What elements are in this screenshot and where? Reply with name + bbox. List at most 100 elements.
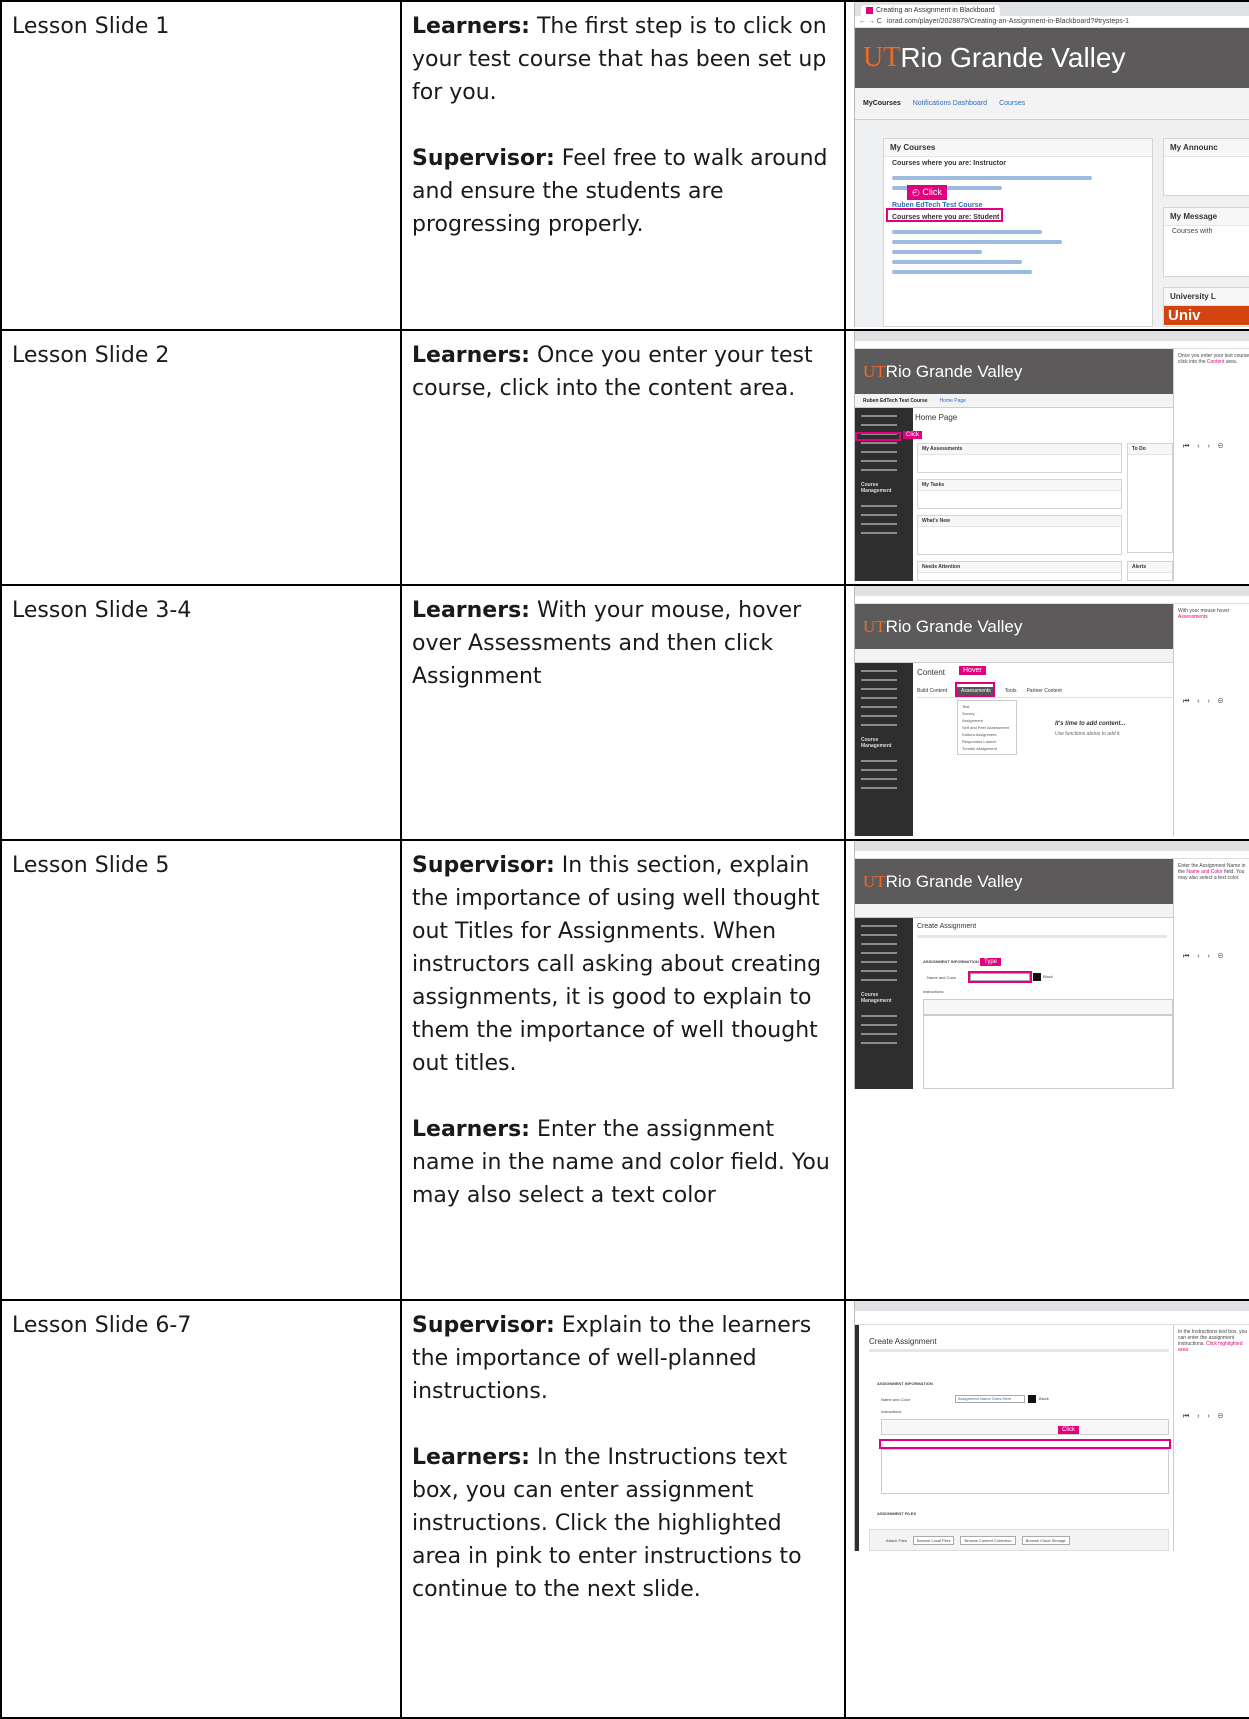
needs-attention-module: Needs Attention bbox=[917, 561, 1122, 581]
tip-pane: Enter the Assignment Name in the Name an… bbox=[1173, 859, 1249, 1089]
slide-label: Lesson Slide 5 bbox=[12, 853, 170, 878]
instructions-editor bbox=[923, 1015, 1173, 1089]
notes-cell: Learners: Once you enter your test cours… bbox=[400, 329, 846, 586]
browse-cloud-button: Browse Cloud Storage bbox=[1021, 1535, 1070, 1545]
role-label: Learners: bbox=[412, 343, 530, 368]
university-module: University L Univ bbox=[1163, 287, 1249, 327]
note-paragraph: Learners: Once you enter your test cours… bbox=[412, 339, 834, 405]
mouse-icon: ◴ bbox=[912, 187, 923, 197]
assessments-menu: Test Survey Assignment Self and Peer Ass… bbox=[957, 700, 1017, 755]
tip-pane: With your mouse hover Assessments bbox=[1173, 604, 1249, 836]
slide-cell: Lesson Slide 2 bbox=[0, 329, 402, 586]
slide-cell: Lesson Slide 3-4 bbox=[0, 584, 402, 841]
slide-label: Lesson Slide 6-7 bbox=[12, 1313, 192, 1338]
utrgv-banner: UT Rio Grande Valley bbox=[855, 604, 1173, 649]
notes-cell: Supervisor: In this section, explain the… bbox=[400, 839, 846, 1301]
tip-pane: Once you enter your test course, click i… bbox=[1173, 349, 1249, 581]
note-paragraph: Learners: With your mouse, hover over As… bbox=[412, 594, 834, 693]
whats-new-module: What's New bbox=[917, 515, 1122, 555]
screenshot-cell: UT Rio Grande Valley Course Management Co… bbox=[844, 584, 1249, 841]
note-paragraph: Supervisor: Explain to the learners the … bbox=[412, 1309, 834, 1408]
utrgv-banner: UT Rio Grande Valley bbox=[855, 859, 1173, 904]
role-label: Supervisor: bbox=[412, 1313, 555, 1338]
table-row: Lesson Slide 5 Supervisor: In this secti… bbox=[0, 839, 1249, 1301]
utrgv-banner: UT Rio Grande Valley bbox=[855, 349, 1173, 394]
player-controls: ⏮ ‹ › ⊖ bbox=[1183, 1413, 1227, 1420]
slide-cell: Lesson Slide 6-7 bbox=[0, 1299, 402, 1719]
top-nav: MyCourses Notifications Dashboard Course… bbox=[855, 88, 1249, 120]
role-label: Learners: bbox=[412, 1445, 530, 1470]
course-nav bbox=[855, 649, 1173, 663]
screenshot-cell: UT Rio Grande Valley Ruben EdTech Test Co… bbox=[844, 329, 1249, 586]
note-text: In this section, explain the importance … bbox=[412, 853, 822, 1076]
role-label: Supervisor: bbox=[412, 853, 555, 878]
tip-pane: In the Instructions text box, you can en… bbox=[1173, 1325, 1249, 1551]
slide-2-screenshot: UT Rio Grande Valley Ruben EdTech Test Co… bbox=[854, 331, 1249, 581]
table-row: Lesson Slide 6-7 Supervisor: Explain to … bbox=[0, 1299, 1249, 1719]
editor-toolbar bbox=[923, 999, 1173, 1015]
my-tasks-module: My Tasks bbox=[917, 479, 1122, 509]
instructions-editor bbox=[881, 1449, 1169, 1494]
my-courses-module: My Courses Courses where you are: Instru… bbox=[883, 138, 1153, 327]
highlight-box bbox=[886, 208, 1003, 222]
screenshot-cell: Creating an Assignment in Blackboard ← →… bbox=[844, 0, 1249, 331]
course-menu: Course Management bbox=[855, 663, 913, 836]
browser-tab: Creating an Assignment in Blackboard bbox=[861, 5, 1000, 16]
highlight-box bbox=[955, 682, 995, 697]
slide-3-screenshot: UT Rio Grande Valley Course Management Co… bbox=[854, 586, 1249, 836]
highlight-box bbox=[968, 971, 1032, 983]
slide-cell: Lesson Slide 1 bbox=[0, 0, 402, 331]
click-tag: ◴ Click bbox=[907, 185, 947, 200]
address-bar: ← → Ciorad.com/player/2028879/Creating-a… bbox=[855, 16, 1249, 28]
slide-label: Lesson Slide 3-4 bbox=[12, 598, 192, 623]
attach-files-row: Attach Files Browse Local Files Browse C… bbox=[869, 1529, 1169, 1551]
note-paragraph: Supervisor: Feel free to walk around and… bbox=[412, 142, 834, 241]
messages-module: My Message Courses with bbox=[1163, 207, 1249, 277]
favicon-icon bbox=[866, 7, 873, 14]
table-row: Lesson Slide 3-4 Learners: With your mou… bbox=[0, 584, 1249, 841]
role-label: Learners: bbox=[412, 1117, 530, 1142]
slide-label: Lesson Slide 2 bbox=[12, 343, 170, 368]
screenshot-cell: UT Rio Grande Valley Course Management Cr… bbox=[844, 839, 1249, 1301]
screenshot-cell: Create Assignment ASSIGNMENT INFORMATION… bbox=[844, 1299, 1249, 1719]
type-tag: Type bbox=[980, 958, 1002, 966]
browse-local-button: Browse Local Files bbox=[912, 1535, 955, 1545]
lesson-table: Lesson Slide 1 Learners: The first step … bbox=[0, 0, 1249, 1719]
player-controls: ⏮ ‹ › ⊖ bbox=[1183, 698, 1227, 705]
alerts-module: Alerts bbox=[1127, 561, 1173, 581]
note-paragraph: Supervisor: In this section, explain the… bbox=[412, 849, 834, 1080]
slide-cell: Lesson Slide 5 bbox=[0, 839, 402, 1301]
highlight-box bbox=[879, 1439, 1171, 1449]
course-nav bbox=[855, 904, 1173, 918]
to-do-module: To Do bbox=[1127, 443, 1173, 553]
course-menu: Course Management bbox=[855, 918, 913, 1089]
editor-toolbar bbox=[881, 1419, 1169, 1435]
click-tag: Click bbox=[1058, 1426, 1079, 1434]
player-controls: ⏮ ‹ › ⊖ bbox=[1183, 953, 1227, 960]
note-paragraph: Learners: In the Instructions text box, … bbox=[412, 1441, 834, 1606]
browse-collection-button: Browse Content Collection bbox=[960, 1535, 1016, 1545]
utrgv-banner: UT Rio Grande Valley bbox=[855, 28, 1249, 88]
nav-arrows-icon: ← → C bbox=[859, 18, 882, 25]
announcements-module: My Announc bbox=[1163, 138, 1249, 196]
click-tag: Click bbox=[903, 431, 922, 439]
player-controls: ⏮ ‹ › ⊖ bbox=[1183, 443, 1227, 450]
course-nav: Ruben EdTech Test Course Home Page bbox=[855, 394, 1173, 408]
notes-cell: Learners: The first step is to click on … bbox=[400, 0, 846, 331]
hover-tag: Hover bbox=[959, 666, 986, 675]
notes-cell: Supervisor: Explain to the learners the … bbox=[400, 1299, 846, 1719]
note-paragraph: Learners: Enter the assignment name in t… bbox=[412, 1113, 834, 1212]
table-row: Lesson Slide 2 Learners: Once you enter … bbox=[0, 329, 1249, 586]
role-label: Supervisor: bbox=[412, 146, 555, 171]
role-label: Learners: bbox=[412, 14, 530, 39]
table-row: Lesson Slide 1 Learners: The first step … bbox=[0, 0, 1249, 331]
notes-cell: Learners: With your mouse, hover over As… bbox=[400, 584, 846, 841]
slide-6-screenshot: Create Assignment ASSIGNMENT INFORMATION… bbox=[854, 1301, 1249, 1551]
role-label: Learners: bbox=[412, 598, 530, 623]
highlight-box bbox=[855, 432, 901, 441]
note-paragraph: Learners: The first step is to click on … bbox=[412, 10, 834, 109]
slide-1-screenshot: Creating an Assignment in Blackboard ← →… bbox=[854, 2, 1249, 327]
slide-label: Lesson Slide 1 bbox=[12, 14, 170, 39]
my-assessments-module: My Assessments bbox=[917, 443, 1122, 473]
slide-5-screenshot: UT Rio Grande Valley Course Management Cr… bbox=[854, 841, 1249, 1089]
